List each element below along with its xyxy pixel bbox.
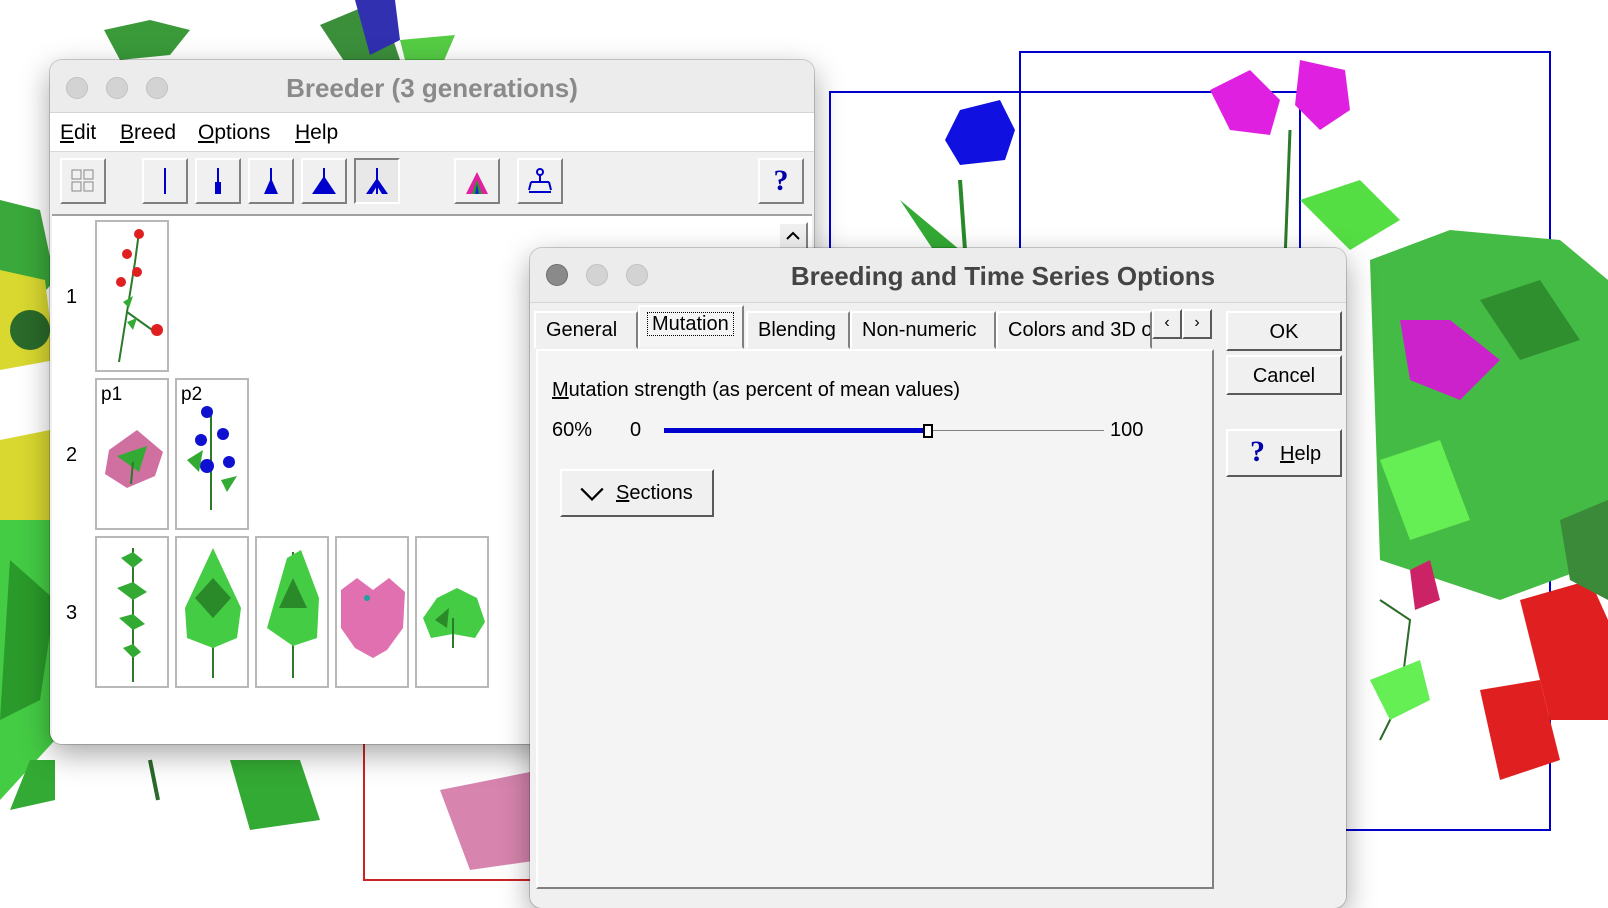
one-line-icon[interactable] xyxy=(142,158,188,204)
plant-cell[interactable] xyxy=(255,536,329,688)
family-tree-icon[interactable] xyxy=(517,158,563,204)
window-title: Breeder (3 generations) xyxy=(286,73,578,103)
scroll-up-button[interactable] xyxy=(778,222,808,250)
mutation-strength-label: Mutation strength (as percent of mean va… xyxy=(552,379,960,401)
menu-options[interactable]: Options xyxy=(198,121,270,145)
plant-cell[interactable] xyxy=(335,536,409,688)
slider-max-label: 100 xyxy=(1110,419,1144,441)
sections-label: Sections xyxy=(616,482,693,504)
sections-button[interactable]: Sections xyxy=(560,469,714,517)
menu-bar: Edit Breed Options Help xyxy=(50,113,814,152)
menu-edit[interactable]: Edit xyxy=(60,121,96,145)
branching-tree-icon[interactable] xyxy=(354,158,400,204)
help-glyph: ? xyxy=(773,164,789,197)
slider-min-label: 0 xyxy=(630,419,642,441)
plant-cell[interactable]: p2 xyxy=(175,378,249,530)
options-dialog: Breeding and Time Series Options General… xyxy=(530,248,1346,908)
tab-blending[interactable]: Blending xyxy=(746,311,850,349)
mutation-slider[interactable] xyxy=(664,417,1104,445)
slider-fill xyxy=(664,428,928,433)
tab-scroll-right[interactable]: › xyxy=(1182,309,1212,339)
dialog-body: General Mutation Blending Non-numeric Co… xyxy=(530,303,1346,908)
tab-scroll-left[interactable]: ‹ xyxy=(1152,309,1182,339)
large-tree-icon[interactable] xyxy=(301,158,347,204)
slider-thumb[interactable] xyxy=(923,424,933,438)
mutation-value: 60% xyxy=(552,419,593,441)
plant-cell[interactable] xyxy=(95,536,169,688)
grid-icon[interactable] xyxy=(60,158,106,204)
plant-cell[interactable] xyxy=(415,536,489,688)
dialog-titlebar[interactable]: Breeding and Time Series Options xyxy=(530,248,1346,303)
tab-non-numeric[interactable]: Non-numeric xyxy=(850,311,996,349)
plant-cell[interactable] xyxy=(175,536,249,688)
plant-cell[interactable]: p1 xyxy=(95,378,169,530)
generation-label: 2 xyxy=(66,444,78,466)
close-button[interactable] xyxy=(546,264,568,286)
colored-tree-icon[interactable] xyxy=(454,158,500,204)
cancel-button[interactable]: Cancel xyxy=(1226,355,1342,395)
dialog-title: Breeding and Time Series Options xyxy=(790,261,1216,291)
generation-label: 3 xyxy=(66,602,78,624)
chevron-down-icon xyxy=(580,487,604,501)
tab-mutation[interactable]: Mutation xyxy=(638,305,744,349)
help-icon[interactable]: ? xyxy=(758,158,804,204)
zoom-button[interactable] xyxy=(626,264,648,286)
toolbar: ? xyxy=(52,152,812,216)
menu-help[interactable]: Help xyxy=(295,121,338,145)
help-button[interactable]: ? Help xyxy=(1226,429,1342,477)
small-tree-icon[interactable] xyxy=(195,158,241,204)
menu-breed[interactable]: Breed xyxy=(120,121,176,145)
help-icon: ? xyxy=(1250,435,1265,468)
tab-colors-3d[interactable]: Colors and 3D o xyxy=(996,311,1152,349)
tab-general[interactable]: General xyxy=(534,311,638,349)
generation-label: 1 xyxy=(66,286,78,308)
plant-cell[interactable] xyxy=(95,220,169,372)
breeder-titlebar[interactable]: Breeder (3 generations) xyxy=(50,60,814,113)
mutation-pane: Mutation strength (as percent of mean va… xyxy=(536,349,1214,889)
medium-tree-icon[interactable] xyxy=(248,158,294,204)
ok-button[interactable]: OK xyxy=(1226,311,1342,351)
minimize-button[interactable] xyxy=(586,264,608,286)
help-label: Help xyxy=(1280,443,1322,465)
